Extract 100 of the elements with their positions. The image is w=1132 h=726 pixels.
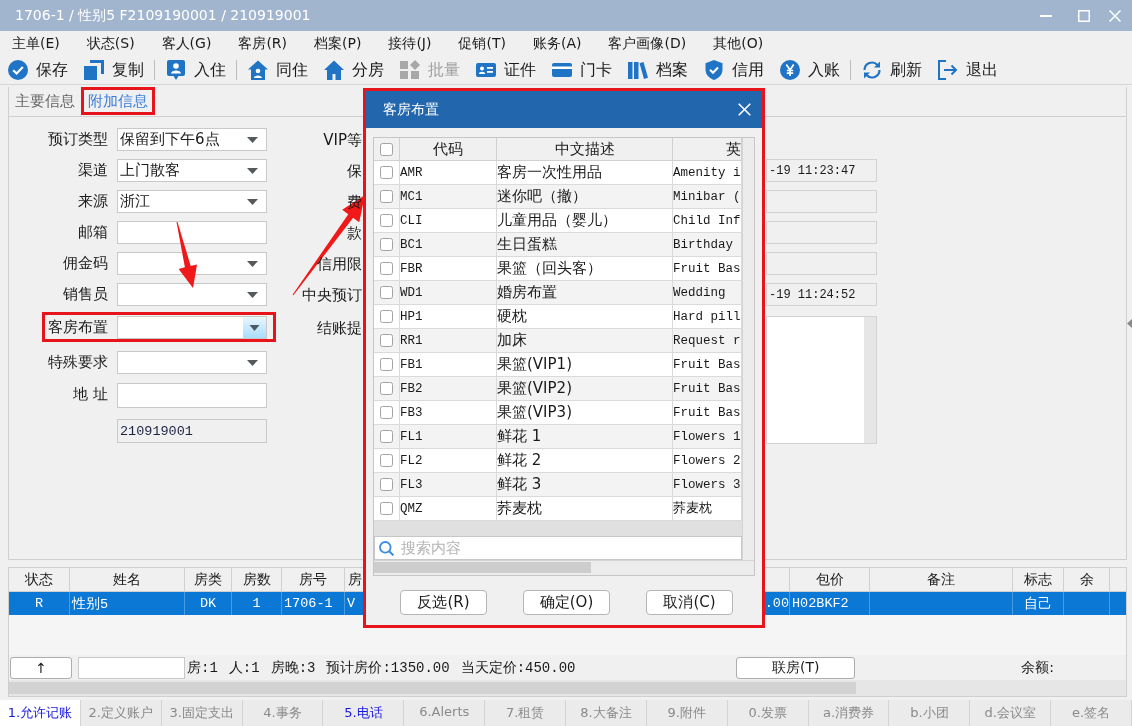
input-field[interactable] (117, 221, 267, 244)
toolbar-button[interactable]: 门卡 (546, 57, 618, 83)
list-row[interactable]: RR1 加床 Request r (374, 329, 742, 353)
tab[interactable]: 主要信息 (15, 92, 75, 111)
menu-item[interactable]: 接待(J) (384, 32, 436, 55)
menu-item[interactable]: 客户画像(D) (604, 32, 691, 55)
toolbar-button[interactable]: 复制 (78, 57, 150, 83)
column-header[interactable]: 房数 (232, 568, 282, 591)
checkbox[interactable] (380, 406, 393, 419)
list-row[interactable]: CLI 儿童用品（婴儿） Child Inf (374, 209, 742, 233)
menu-item[interactable]: 档案(P) (310, 32, 366, 55)
checkbox[interactable] (380, 430, 393, 443)
toolbar-button[interactable]: 证件 (470, 57, 542, 83)
checkbox[interactable] (380, 238, 393, 251)
column-header[interactable]: 标志 (1013, 568, 1064, 591)
list-row[interactable]: FL3 鲜花 3 Flowers 3 (374, 473, 742, 497)
maximize-icon[interactable] (1078, 9, 1090, 22)
up-button[interactable]: ↑ (10, 656, 72, 679)
toolbar-button[interactable]: 同住 (242, 57, 314, 83)
dialog-button[interactable]: 取消(C) (646, 590, 733, 615)
column-header[interactable]: 余 (1064, 568, 1110, 591)
checkbox[interactable] (380, 286, 393, 299)
menu-item[interactable]: 账务(A) (528, 32, 586, 55)
dropdown[interactable]: 上门散客 (117, 159, 267, 182)
checkbox[interactable] (380, 142, 393, 156)
toolbar-button[interactable]: 信用 (698, 57, 770, 83)
dropdown-arrow-icon[interactable] (247, 260, 258, 267)
list-row[interactable]: FBR 果篮（回头客） Fruit Bas (374, 257, 742, 281)
menu-item[interactable]: 客房(R) (234, 32, 292, 55)
list-row[interactable]: QMZ 荞麦枕 荞麦枕 (374, 497, 742, 521)
list-row[interactable]: HP1 硬枕 Hard pill (374, 305, 742, 329)
menu-item[interactable]: 状态(S) (82, 32, 139, 55)
checkbox[interactable] (380, 262, 393, 275)
dropdown-arrow-icon[interactable] (247, 198, 258, 205)
list-row[interactable]: FL1 鲜花 1 Flowers 1 (374, 425, 742, 449)
triangle-icon[interactable] (1127, 319, 1132, 328)
list-row[interactable]: FB1 果篮(VIP1) Fruit Bas (374, 353, 742, 377)
summary-text: 当天定价:450.00 (460, 658, 576, 677)
toolbar-button[interactable]: 退出 (932, 57, 1004, 83)
list-row[interactable]: FB2 果篮(VIP2) Fruit Bas (374, 377, 742, 401)
checkbox[interactable] (380, 334, 393, 347)
scrollbar-track[interactable] (374, 560, 754, 575)
table-cell: WD1 (400, 281, 497, 304)
close-icon[interactable] (738, 103, 751, 116)
input-field[interactable] (117, 383, 267, 408)
toolbar-button[interactable]: 刷新 (856, 57, 928, 83)
column-header[interactable]: 代码 (400, 138, 497, 160)
dropdown[interactable] (117, 252, 267, 275)
tab[interactable]: 5.电话 (323, 700, 405, 726)
dialog-button[interactable]: 反选(R) (400, 590, 487, 615)
dropdown-arrow-icon[interactable] (247, 291, 258, 298)
dropdown-arrow-icon[interactable] (247, 136, 258, 143)
list-row[interactable]: MC1 迷你吧（撤） Minibar ( (374, 185, 742, 209)
column-header[interactable]: 房类 (185, 568, 232, 591)
scrollbar-thumb[interactable] (9, 682, 856, 694)
toolbar-button[interactable]: 入住 (160, 57, 232, 83)
dropdown-arrow-icon[interactable] (247, 359, 258, 366)
scrollbar-track[interactable] (864, 317, 876, 443)
checkbox[interactable] (380, 214, 393, 227)
link-room-button[interactable]: 联房(T) (736, 656, 856, 679)
toolbar-button[interactable]: 分房 (318, 57, 390, 83)
checkbox[interactable] (380, 358, 393, 371)
tab[interactable]: 附加信息 (84, 91, 152, 111)
checkbox[interactable] (380, 454, 393, 467)
list-row[interactable]: BC1 生日蛋糕 Birthday (374, 233, 742, 257)
dropdown-arrow-icon[interactable] (247, 167, 258, 174)
checkbox[interactable] (380, 310, 393, 323)
menu-item[interactable]: 客人(G) (157, 32, 216, 55)
menu-item[interactable]: 促销(T) (454, 32, 510, 55)
checkbox[interactable] (380, 382, 393, 395)
checkbox[interactable] (380, 190, 393, 203)
checkbox[interactable] (380, 478, 393, 491)
menu-item[interactable]: 其他(O) (709, 32, 768, 55)
column-header[interactable]: 包价 (790, 568, 870, 591)
toolbar-button[interactable]: 入账 (774, 57, 846, 83)
checkbox[interactable] (380, 166, 393, 179)
minimize-icon[interactable] (1040, 14, 1052, 17)
column-header[interactable]: 房号 (282, 568, 345, 591)
list-row[interactable]: WD1 婚房布置 Wedding (374, 281, 742, 305)
dropdown[interactable]: 保留到下午6点 (117, 128, 267, 151)
scrollbar-thumb[interactable] (374, 562, 591, 573)
list-row[interactable]: FL2 鲜花 2 Flowers 2 (374, 449, 742, 473)
tab[interactable]: 1.允许记账 (0, 700, 81, 726)
text-area[interactable] (766, 316, 877, 444)
column-header[interactable]: 中文描述 (497, 138, 673, 160)
toolbar-button[interactable]: 档案 (622, 57, 694, 83)
list-row[interactable]: FB3 果篮(VIP3) Fruit Bas (374, 401, 742, 425)
dialog-button[interactable]: 确定(O) (523, 590, 610, 615)
checkbox[interactable] (380, 502, 393, 515)
toolbar-button[interactable]: 保存 (2, 57, 74, 83)
scrollbar-track[interactable] (9, 680, 1126, 696)
menu-item[interactable]: 主单(E) (8, 32, 64, 55)
search-field[interactable]: 搜索内容 (374, 536, 742, 560)
column-header[interactable]: 状态 (9, 568, 70, 591)
column-header[interactable]: 备注 (870, 568, 1013, 591)
column-header[interactable]: 姓名 (70, 568, 185, 591)
list-row[interactable]: AMR 客房一次性用品 Amenity i (374, 161, 742, 185)
dropdown[interactable]: 浙江 (117, 190, 267, 213)
input-field[interactable] (78, 656, 185, 679)
scrollbar-track[interactable] (742, 138, 754, 560)
